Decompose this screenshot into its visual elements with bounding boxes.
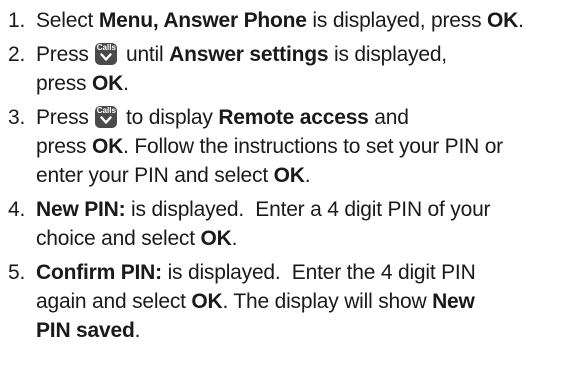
text-segment: Press	[36, 106, 95, 129]
chevron-down-icon	[100, 53, 113, 61]
bold-term: PIN saved	[36, 319, 135, 342]
step-text: New PIN: is displayed. Enter a 4 digit P…	[36, 195, 574, 253]
bold-term: Menu, Answer Phone	[98, 9, 307, 32]
text-segment: and	[368, 106, 409, 129]
chevron-down-icon	[100, 116, 113, 124]
step-text: Select Menu, Answer Phone is displayed, …	[36, 6, 574, 35]
calls-key-label: Calls	[96, 106, 116, 115]
step-text-line: Confirm PIN: is displayed. Enter the 4 d…	[36, 258, 574, 287]
step-text-line: PIN saved.	[36, 316, 574, 345]
step-text-line: enter your PIN and select OK.	[36, 161, 574, 190]
bold-term: OK	[191, 290, 223, 313]
bold-term: OK	[200, 227, 232, 250]
step-number: 4.	[8, 198, 26, 221]
text-segment: .	[134, 319, 141, 342]
step-text-line: again and select OK. The display will sh…	[36, 287, 574, 316]
instruction-list: 1. Select Menu, Answer Phone is displayed…	[8, 6, 574, 350]
text-segment: press	[36, 135, 92, 158]
text-segment: is displayed, press	[306, 9, 488, 32]
list-item-step-5: 5. Confirm PIN: is displayed. Enter the 4…	[8, 258, 574, 345]
bold-term: Answer settings	[169, 43, 329, 66]
text-segment: enter your PIN and select	[36, 164, 274, 187]
step-number: 2.	[8, 43, 26, 66]
text-segment: is displayed. Enter the 4 digit PIN	[161, 261, 476, 284]
step-text-line: Press Calls until Answer settings is dis…	[36, 40, 574, 69]
calls-down-key-icon: Calls	[95, 43, 118, 65]
text-segment: is displayed,	[328, 43, 447, 66]
list-item-step-1: 1. Select Menu, Answer Phone is displayed…	[8, 6, 574, 35]
text-segment: . Follow the instructions to set your PI…	[123, 135, 503, 158]
step-text: Press Calls until Answer settings is dis…	[36, 40, 574, 98]
calls-key-label: Calls	[96, 43, 116, 52]
step-text-line: New PIN: is displayed. Enter a 4 digit P…	[36, 195, 574, 224]
text-segment: Select	[36, 9, 99, 32]
calls-down-key-icon: Calls	[95, 106, 118, 128]
step-text: Press Calls to display Remote access and…	[36, 103, 574, 190]
bold-term: New PIN:	[36, 198, 126, 221]
step-text-line: press OK.	[36, 69, 574, 98]
text-segment: press	[36, 72, 92, 95]
text-segment: until	[120, 43, 170, 66]
text-segment: is displayed. Enter a 4 digit PIN of you…	[125, 198, 491, 221]
bold-term: New	[432, 290, 475, 313]
step-number: 3.	[8, 106, 26, 129]
list-item-step-4: 4. New PIN: is displayed. Enter a 4 digit…	[8, 195, 574, 253]
step-text-line: choice and select OK.	[36, 224, 574, 253]
step-text-line: Select Menu, Answer Phone is displayed, …	[36, 6, 574, 35]
step-number: 5.	[8, 261, 26, 284]
bold-term: OK	[487, 9, 519, 32]
text-segment: .	[304, 164, 311, 187]
text-segment: choice and select	[36, 227, 201, 250]
step-text: Confirm PIN: is displayed. Enter the 4 d…	[36, 258, 574, 345]
list-item-step-2: 2. Press Calls until Answer settings is d…	[8, 40, 574, 98]
step-text-line: press OK. Follow the instructions to set…	[36, 132, 574, 161]
text-segment: .	[518, 9, 524, 32]
bold-term: Remote access	[218, 106, 369, 129]
bold-term: OK	[92, 135, 124, 158]
step-number: 1.	[8, 9, 26, 32]
text-segment: .	[123, 72, 129, 95]
bold-term: OK	[273, 164, 305, 187]
list-item-step-3: 3. Press Calls to display Remote access a…	[8, 103, 574, 190]
bold-term: OK	[92, 72, 124, 95]
text-segment: again and select	[36, 290, 192, 313]
step-text-line: Press Calls to display Remote access and	[36, 103, 574, 132]
text-segment: .	[231, 227, 238, 250]
text-segment: Press	[36, 43, 95, 66]
bold-term: Confirm PIN:	[36, 261, 162, 284]
text-segment: . The display will show	[222, 290, 433, 313]
text-segment: to display	[120, 106, 219, 129]
